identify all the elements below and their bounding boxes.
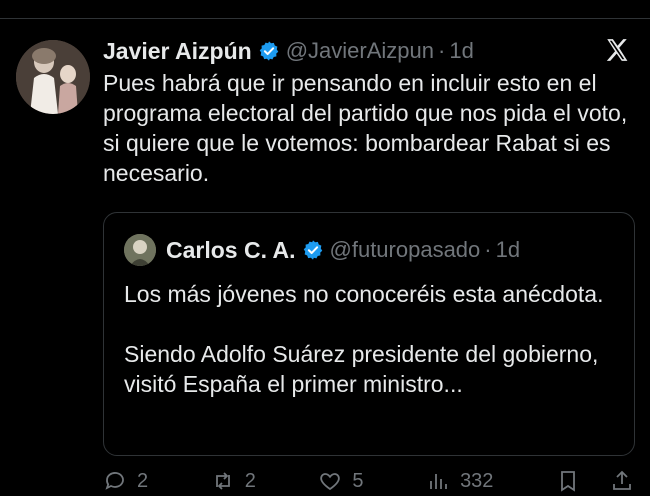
like-count: 5: [352, 469, 364, 492]
bookmark-button[interactable]: [556, 469, 580, 493]
repost-icon: [215, 472, 230, 490]
quoted-tweet[interactable]: Carlos C. A. @futuropasado · 1d Los más …: [103, 212, 635, 456]
repost-count: 2: [244, 469, 256, 492]
top-divider: [0, 18, 650, 19]
quoted-author-name[interactable]: Carlos C. A.: [166, 237, 296, 264]
quoted-tweet-time[interactable]: 1d: [496, 237, 520, 263]
separator-dot: ·: [438, 38, 446, 63]
avatar-image: [16, 40, 90, 114]
quoted-tweet-header: Carlos C. A. @futuropasado · 1d: [124, 234, 520, 266]
reply-button[interactable]: 2: [103, 469, 148, 493]
like-icon: [320, 473, 341, 491]
views-icon: [430, 474, 447, 489]
author-avatar[interactable]: [16, 40, 90, 114]
author-name[interactable]: Javier Aizpún: [103, 38, 252, 65]
share-button[interactable]: [610, 469, 634, 493]
tweet-header: Javier Aizpún @JavierAizpun · 1d: [103, 36, 634, 66]
views-count: 332: [460, 469, 494, 492]
views-button[interactable]: 332: [426, 469, 493, 493]
tweet-actions: 2 2 5 332: [103, 466, 634, 496]
reply-count: 2: [137, 469, 149, 492]
tweet-text: Pues habrá que ir pensando en incluir es…: [103, 70, 628, 186]
quoted-tweet-text: Los más jóvenes no conoceréis esta anécd…: [124, 281, 604, 397]
quoted-author-handle[interactable]: @futuropasado: [330, 237, 481, 263]
right-actions: [556, 469, 634, 493]
verified-badge-icon: [302, 239, 324, 261]
like-button[interactable]: 5: [318, 469, 364, 493]
quoted-avatar-image: [124, 234, 156, 266]
verified-badge-icon: [258, 40, 280, 62]
author-handle[interactable]: @JavierAizpun: [286, 38, 434, 64]
quoted-author-avatar[interactable]: [124, 234, 156, 266]
share-icon: [613, 470, 631, 490]
quoted-separator-dot: ·: [484, 237, 492, 262]
reply-icon: [105, 472, 124, 490]
bookmark-icon: [561, 471, 575, 492]
x-logo-icon[interactable]: [604, 36, 630, 64]
repost-button[interactable]: 2: [211, 469, 256, 493]
tweet-time[interactable]: 1d: [449, 38, 473, 64]
